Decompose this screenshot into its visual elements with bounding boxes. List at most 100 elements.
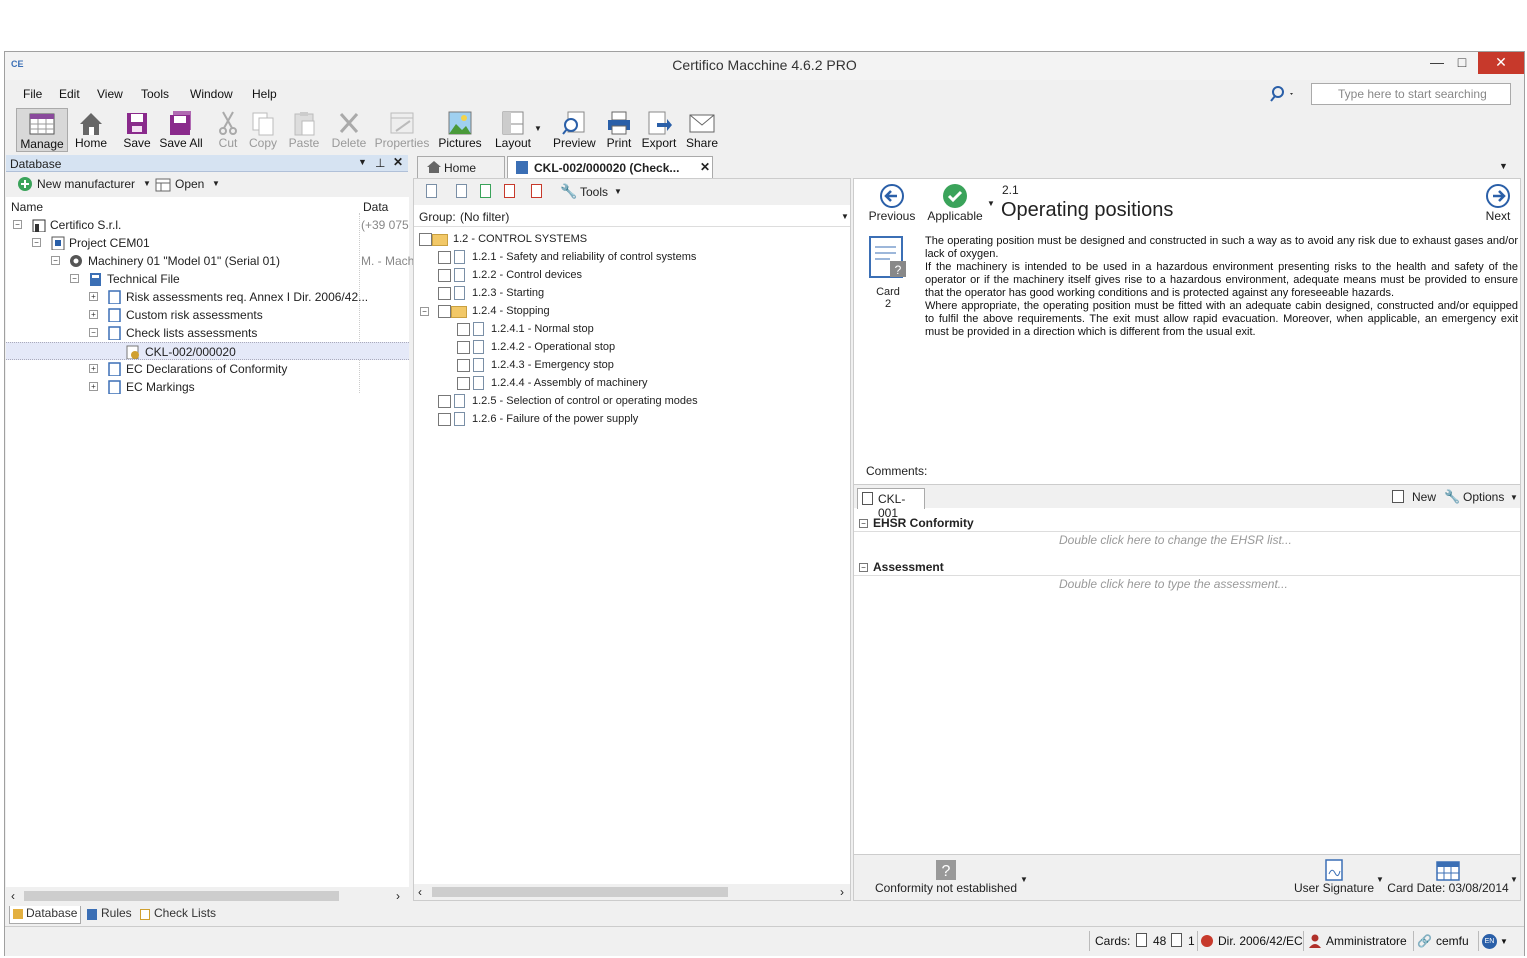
- tools-dropdown[interactable]: 🔧 Tools ▼: [560, 183, 630, 201]
- home-button[interactable]: Home: [71, 108, 111, 152]
- doc-icon[interactable]: [426, 184, 437, 198]
- panel-dropdown-icon[interactable]: ▼: [358, 157, 367, 167]
- expand-icon[interactable]: +: [89, 292, 98, 301]
- tree-item-ckl-selected[interactable]: CKL-002/000020: [6, 342, 409, 360]
- next-button[interactable]: Next: [1480, 183, 1516, 225]
- checkbox[interactable]: [457, 359, 470, 372]
- checklist-item[interactable]: 1.2.5 - Selection of control or operatin…: [414, 393, 850, 411]
- checklist-item[interactable]: 1.2.4.2 - Operational stop: [414, 339, 850, 357]
- print-button[interactable]: Print: [604, 108, 634, 152]
- expand-icon[interactable]: +: [89, 310, 98, 319]
- scroll-thumb[interactable]: [432, 887, 728, 897]
- scroll-left-icon[interactable]: ‹: [11, 889, 15, 903]
- expand-icon[interactable]: +: [89, 364, 98, 373]
- language-badge[interactable]: EN: [1482, 934, 1497, 949]
- preview-button[interactable]: Preview: [553, 108, 596, 152]
- left-hscrollbar[interactable]: ‹ ›: [8, 888, 408, 904]
- export-button[interactable]: Export: [641, 108, 677, 152]
- collapse-icon[interactable]: −: [420, 307, 429, 316]
- collapse-icon[interactable]: −: [859, 519, 868, 528]
- checklist-item[interactable]: 1.2.3 - Starting: [414, 285, 850, 303]
- tree-item-declarations[interactable]: + EC Declarations of Conformity: [6, 360, 409, 378]
- applicable-button[interactable]: Applicable: [924, 183, 986, 225]
- checkbox[interactable]: [419, 233, 432, 246]
- middle-hscrollbar[interactable]: ‹ ›: [414, 884, 850, 900]
- checkbox[interactable]: [438, 305, 451, 318]
- menu-view[interactable]: View: [97, 87, 123, 101]
- maximize-button[interactable]: □: [1445, 52, 1479, 74]
- share-button[interactable]: Share: [685, 108, 719, 152]
- doc-warning-icon[interactable]: [504, 184, 515, 198]
- save-all-button[interactable]: Save All: [157, 108, 205, 152]
- search-icon[interactable]: [1268, 85, 1296, 103]
- checklist-item[interactable]: 1.2.1 - Safety and reliability of contro…: [414, 249, 850, 267]
- save-button[interactable]: Save: [120, 108, 154, 152]
- menu-file[interactable]: File: [23, 87, 42, 101]
- checklist-item[interactable]: 1.2.4.4 - Assembly of machinery: [414, 375, 850, 393]
- tree-item-checklists[interactable]: − Check lists assessments: [6, 324, 409, 342]
- checklist-subgroup[interactable]: − 1.2.4 - Stopping: [414, 303, 850, 321]
- card-date-button[interactable]: Card Date: 03/08/2014: [1386, 859, 1510, 899]
- tree-item-technical-file[interactable]: − Technical File: [6, 270, 409, 288]
- search-input[interactable]: Type here to start searching: [1311, 83, 1511, 105]
- conformity-button[interactable]: ? Conformity not established: [866, 859, 1026, 899]
- properties-button[interactable]: Properties: [374, 108, 430, 152]
- paste-button[interactable]: Paste: [286, 108, 322, 152]
- layout-dropdown-icon[interactable]: ▼: [534, 124, 542, 133]
- panel-close-icon[interactable]: ✕: [393, 155, 403, 169]
- checklist-item[interactable]: 1.2.4.1 - Normal stop: [414, 321, 850, 339]
- column-header-data[interactable]: Data: [363, 200, 388, 214]
- tree-item-markings[interactable]: + EC Markings: [6, 378, 409, 396]
- applicable-dropdown-icon[interactable]: ▼: [987, 199, 995, 208]
- open-button[interactable]: Open ▼: [155, 176, 225, 194]
- conformity-dropdown-icon[interactable]: ▼: [1020, 875, 1028, 884]
- group-filter[interactable]: Group: (No filter) ▼: [414, 206, 850, 227]
- date-dropdown-icon[interactable]: ▼: [1510, 875, 1518, 884]
- collapse-icon[interactable]: −: [32, 238, 41, 247]
- checklist-item[interactable]: 1.2.4.3 - Emergency stop: [414, 357, 850, 375]
- tab-checklist-doc[interactable]: CKL-002/000020 (Check... ✕: [507, 156, 713, 178]
- scroll-thumb[interactable]: [24, 891, 339, 901]
- pin-icon[interactable]: ⊥: [375, 156, 385, 170]
- checklist-item[interactable]: 1.2.2 - Control devices: [414, 267, 850, 285]
- collapse-icon[interactable]: −: [89, 328, 98, 337]
- checkbox[interactable]: [457, 377, 470, 390]
- tab-home[interactable]: Home: [417, 156, 505, 178]
- tab-close-icon[interactable]: ✕: [700, 160, 710, 174]
- scroll-right-icon[interactable]: ›: [840, 885, 844, 899]
- checkbox[interactable]: [438, 413, 451, 426]
- manage-button[interactable]: Manage: [16, 108, 68, 152]
- collapse-icon[interactable]: −: [51, 256, 60, 265]
- scroll-left-icon[interactable]: ‹: [418, 885, 422, 899]
- expand-icon[interactable]: +: [89, 382, 98, 391]
- user-signature-button[interactable]: User Signature: [1290, 859, 1378, 899]
- layout-button[interactable]: Layout: [491, 108, 535, 152]
- directive[interactable]: Dir. 2006/42/EC: [1218, 934, 1303, 948]
- collapse-icon[interactable]: −: [859, 563, 868, 572]
- checkbox[interactable]: [457, 323, 470, 336]
- menu-window[interactable]: Window: [190, 87, 233, 101]
- checkbox[interactable]: [438, 395, 451, 408]
- language-dropdown-icon[interactable]: ▼: [1500, 937, 1508, 946]
- checkbox[interactable]: [457, 341, 470, 354]
- menu-tools[interactable]: Tools: [141, 87, 169, 101]
- checklist-group[interactable]: 1.2 - CONTROL SYSTEMS: [414, 231, 850, 249]
- doc-check-icon[interactable]: [456, 184, 467, 198]
- tab-database[interactable]: Database: [9, 906, 81, 924]
- ehsr-hint[interactable]: Double click here to change the EHSR lis…: [1059, 533, 1292, 547]
- tree-item-machinery[interactable]: − Machinery 01 "Model 01" (Serial 01) M.…: [6, 252, 414, 270]
- doc-delete-icon[interactable]: [531, 184, 542, 198]
- previous-button[interactable]: Previous: [866, 183, 918, 225]
- tab-ckl-001[interactable]: CKL-001: [857, 488, 925, 520]
- tree-item-company[interactable]: − Certifico S.r.l. (+39 075: [6, 216, 409, 234]
- checkbox[interactable]: [438, 287, 451, 300]
- checkbox[interactable]: [438, 269, 451, 282]
- tab-checklists[interactable]: Check Lists: [138, 906, 218, 924]
- pictures-button[interactable]: Pictures: [438, 108, 482, 152]
- collapse-icon[interactable]: −: [13, 220, 22, 229]
- cut-button[interactable]: Cut: [214, 108, 242, 152]
- menu-edit[interactable]: Edit: [59, 87, 80, 101]
- delete-button[interactable]: Delete: [331, 108, 367, 152]
- tree-item-risk-assessments[interactable]: + Risk assessments req. Annex I Dir. 200…: [6, 288, 409, 306]
- tab-rules[interactable]: Rules: [85, 906, 135, 924]
